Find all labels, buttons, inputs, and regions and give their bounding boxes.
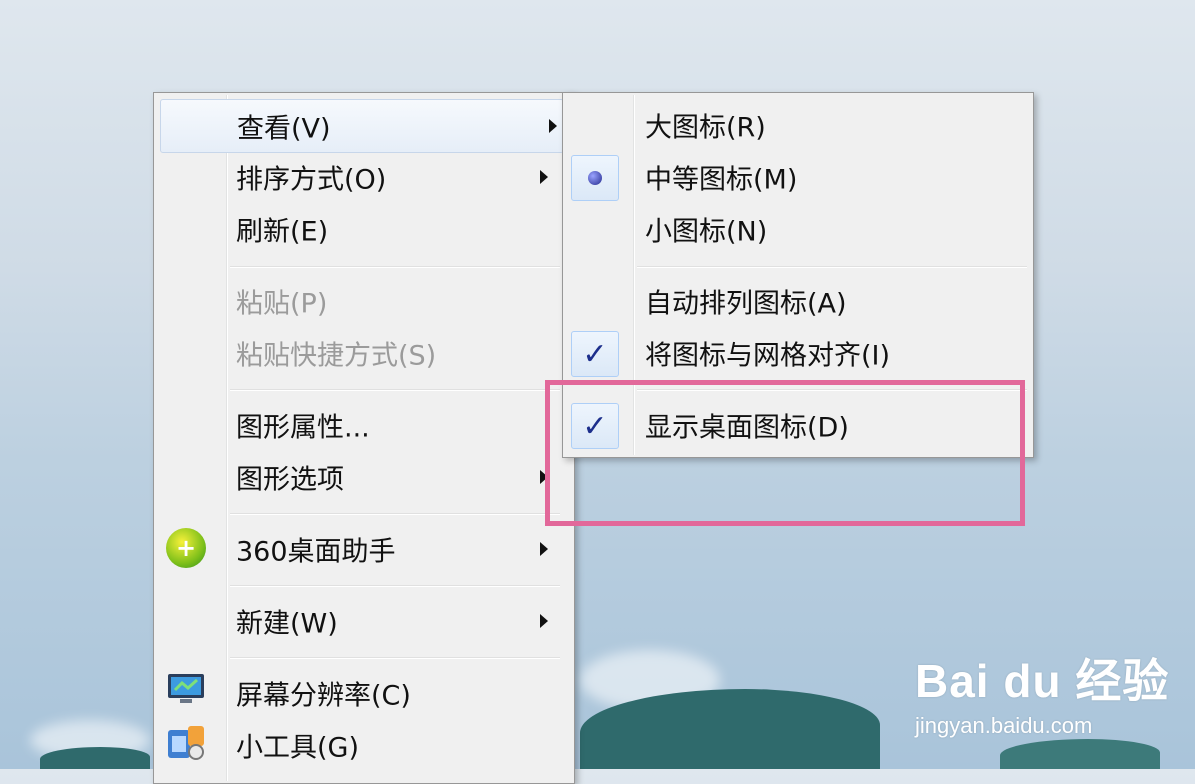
menu-item-label: 360桌面助手: [236, 536, 396, 568]
menu-item-view[interactable]: 查看(V): [160, 99, 564, 153]
menu-item-label: 刷新(E): [236, 216, 329, 248]
menu-item-label: 中等图标(M): [645, 164, 798, 196]
submenu-item-auto-arrange[interactable]: 自动排列图标(A): [563, 275, 1033, 327]
submenu-item-align-to-grid[interactable]: ✓ 将图标与网格对齐(I): [563, 327, 1033, 379]
menu-item-label: 小工具(G): [236, 732, 359, 764]
menu-item-label: 查看(V): [237, 113, 331, 145]
menu-item-graphics-properties[interactable]: 图形属性...: [154, 399, 574, 451]
gadget-icon: [168, 726, 204, 760]
menu-item-label: 小图标(N): [645, 216, 768, 248]
mountain: [40, 747, 150, 769]
highlight-annotation-box: [545, 380, 1025, 526]
menu-separator: [230, 513, 560, 515]
menu-item-label: 屏幕分辨率(C): [236, 680, 411, 712]
submenu-arrow-icon: [540, 614, 548, 628]
menu-item-label: 粘贴(P): [236, 288, 328, 320]
radio-selected-icon: [571, 155, 619, 201]
submenu-arrow-icon: [549, 119, 557, 133]
submenu-arrow-icon: [540, 542, 548, 556]
menu-separator: [230, 266, 560, 268]
menu-item-label: 图形属性...: [236, 412, 370, 444]
submenu-item-large-icons[interactable]: 大图标(R): [563, 99, 1033, 151]
menu-item-label: 大图标(R): [645, 112, 766, 144]
menu-item-label: 排序方式(O): [236, 164, 387, 196]
menu-item-label: 将图标与网格对齐(I): [645, 340, 891, 372]
menu-item-360-desktop-assistant[interactable]: 360桌面助手: [154, 523, 574, 575]
monitor-icon: [168, 674, 204, 703]
menu-item-graphics-options[interactable]: 图形选项: [154, 451, 574, 503]
submenu-arrow-icon: [540, 170, 548, 184]
menu-separator: [230, 585, 560, 587]
menu-item-gadgets[interactable]: 小工具(G): [154, 719, 574, 771]
desktop-context-menu: 查看(V) 排序方式(O) 刷新(E) 粘贴(P) 粘贴快捷方式(S) 图形属性…: [153, 92, 575, 784]
menu-item-paste-shortcut[interactable]: 粘贴快捷方式(S): [154, 327, 574, 379]
watermark-url: jingyan.baidu.com: [915, 713, 1093, 738]
menu-item-refresh[interactable]: 刷新(E): [154, 203, 574, 255]
submenu-item-small-icons[interactable]: 小图标(N): [563, 203, 1033, 255]
menu-item-label: 粘贴快捷方式(S): [236, 340, 437, 372]
360-icon: +: [166, 528, 206, 568]
menu-item-screen-resolution[interactable]: 屏幕分辨率(C): [154, 667, 574, 719]
menu-separator: [230, 389, 560, 391]
menu-item-paste[interactable]: 粘贴(P): [154, 275, 574, 327]
menu-item-sort-by[interactable]: 排序方式(O): [154, 151, 574, 203]
menu-item-new[interactable]: 新建(W): [154, 595, 574, 647]
submenu-item-medium-icons[interactable]: 中等图标(M): [563, 151, 1033, 203]
menu-item-label: 图形选项: [236, 464, 344, 496]
watermark-brand: Bai du 经验: [915, 655, 1170, 707]
menu-item-label: 自动排列图标(A): [645, 288, 847, 320]
baidu-jingyan-watermark: Bai du 经验 jingyan.baidu.com: [915, 645, 1169, 739]
menu-item-label: 新建(W): [236, 608, 338, 640]
menu-separator: [230, 657, 560, 659]
check-icon: ✓: [571, 331, 619, 377]
menu-separator: [637, 266, 1027, 268]
mountain: [1000, 739, 1160, 769]
